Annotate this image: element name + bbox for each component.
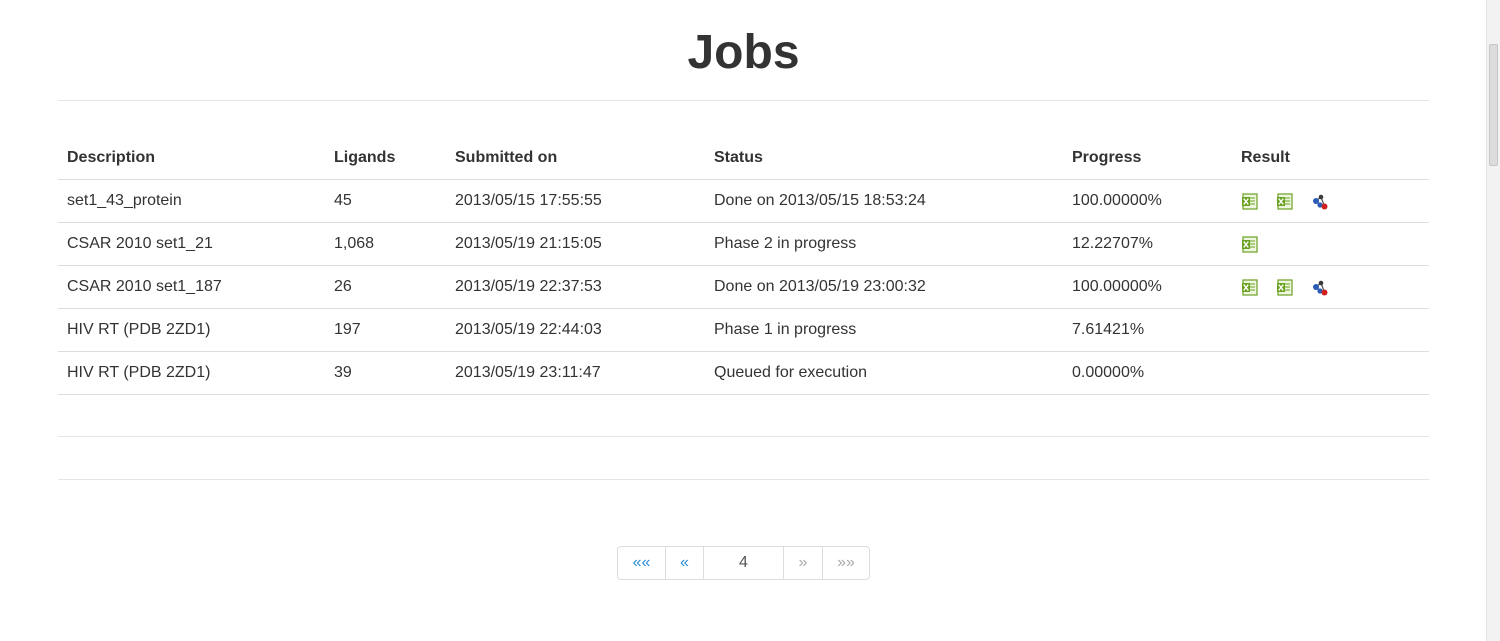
table-row: HIV RT (PDB 2ZD1) 197 2013/05/19 22:44:03 P… xyxy=(58,308,1429,352)
cell-progress: 100.00000% xyxy=(1063,179,1232,223)
cell-result xyxy=(1232,308,1429,352)
cell-result xyxy=(1232,179,1429,223)
page-number-input[interactable] xyxy=(703,547,783,579)
cell-result xyxy=(1232,351,1429,395)
header-submitted-on: Submitted on xyxy=(455,148,558,166)
previous-page-button[interactable]: « xyxy=(665,547,703,579)
cell-status: Phase 2 in progress xyxy=(705,222,1063,266)
molecule-icon[interactable] xyxy=(1311,279,1329,297)
cell-description: CSAR 2010 set1_187 xyxy=(58,265,325,309)
cell-status: Queued for execution xyxy=(705,351,1063,395)
excel-icon[interactable] xyxy=(1241,279,1259,297)
cell-ligands: 39 xyxy=(325,351,446,395)
jobs-page: Jobs Description Ligands Submitted on St… xyxy=(58,0,1429,641)
excel-icon[interactable] xyxy=(1276,279,1294,297)
cell-progress: 12.22707% xyxy=(1063,222,1232,266)
header-status: Status xyxy=(714,148,763,166)
header-result: Result xyxy=(1241,148,1290,166)
table-row: CSAR 2010 set1_187 26 2013/05/19 22:37:53 D… xyxy=(58,265,1429,309)
last-page-button: »» xyxy=(822,547,869,579)
cell-result xyxy=(1232,222,1429,266)
table-header-row: Description Ligands Submitted on Status … xyxy=(58,136,1429,180)
cell-result xyxy=(1232,265,1429,309)
cell-ligands: 1,068 xyxy=(325,222,446,266)
cell-submitted-on: 2013/05/19 22:44:03 xyxy=(446,308,705,352)
cell-ligands: 197 xyxy=(325,308,446,352)
excel-icon[interactable] xyxy=(1241,193,1259,211)
header-ligands: Ligands xyxy=(334,148,396,166)
cell-status: Done on 2013/05/19 23:00:32 xyxy=(705,265,1063,309)
molecule-icon[interactable] xyxy=(1311,193,1329,211)
cell-description: CSAR 2010 set1_21 xyxy=(58,222,325,266)
cell-submitted-on: 2013/05/19 22:37:53 xyxy=(446,265,705,309)
scrollbar-thumb[interactable] xyxy=(1489,44,1498,166)
excel-icon[interactable] xyxy=(1241,236,1259,254)
cell-submitted-on: 2013/05/15 17:55:55 xyxy=(446,179,705,223)
vertical-scrollbar[interactable] xyxy=(1486,0,1500,641)
cell-progress: 7.61421% xyxy=(1063,308,1232,352)
cell-description: HIV RT (PDB 2ZD1) xyxy=(58,308,325,352)
empty-row-divider xyxy=(58,479,1429,480)
pagination: «« « » »» xyxy=(617,546,870,580)
cell-ligands: 45 xyxy=(325,179,446,223)
cell-description: HIV RT (PDB 2ZD1) xyxy=(58,351,325,395)
title-divider xyxy=(58,100,1429,101)
header-description: Description xyxy=(67,148,156,166)
next-page-button: » xyxy=(783,547,822,579)
cell-progress: 100.00000% xyxy=(1063,265,1232,309)
page-title: Jobs xyxy=(687,26,800,79)
cell-submitted-on: 2013/05/19 23:11:47 xyxy=(446,351,705,395)
cell-description: set1_43_protein xyxy=(58,179,325,223)
cell-status: Phase 1 in progress xyxy=(705,308,1063,352)
header-progress: Progress xyxy=(1072,148,1142,166)
table-row: HIV RT (PDB 2ZD1) 39 2013/05/19 23:11:47 Qu… xyxy=(58,351,1429,395)
empty-row-divider xyxy=(58,436,1429,437)
table-row: CSAR 2010 set1_21 1,068 2013/05/19 21:15:0… xyxy=(58,222,1429,266)
cell-submitted-on: 2013/05/19 21:15:05 xyxy=(446,222,705,266)
cell-progress: 0.00000% xyxy=(1063,351,1232,395)
cell-status: Done on 2013/05/15 18:53:24 xyxy=(705,179,1063,223)
jobs-table: Description Ligands Submitted on Status … xyxy=(58,136,1429,395)
excel-icon[interactable] xyxy=(1276,193,1294,211)
first-page-button[interactable]: «« xyxy=(618,547,665,579)
table-row: set1_43_protein 45 2013/05/15 17:55:55 Done… xyxy=(58,179,1429,223)
cell-ligands: 26 xyxy=(325,265,446,309)
